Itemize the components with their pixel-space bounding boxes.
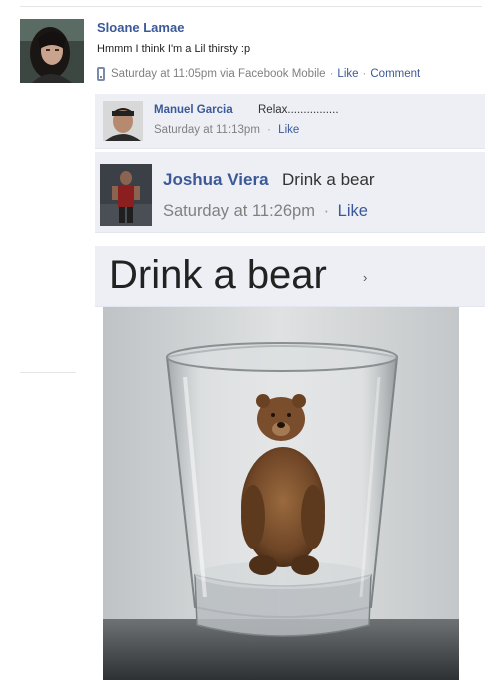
post-comment-link[interactable]: Comment bbox=[370, 68, 420, 80]
separator: · bbox=[323, 202, 330, 220]
comment-item: Joshua Viera Drink a bear Saturday at 11… bbox=[95, 152, 485, 233]
comment-item: Manuel Garcia Relax................ Satu… bbox=[95, 94, 485, 149]
comment-text: Relax................ bbox=[258, 104, 339, 116]
post-message: Hmmm I think I'm a Lil thirsty :p bbox=[97, 43, 251, 55]
post-like-link[interactable]: Like bbox=[337, 68, 358, 80]
comment-author[interactable]: Manuel Garcia bbox=[154, 104, 233, 116]
manuel-avatar[interactable] bbox=[103, 101, 143, 141]
comment-text: Drink a bear bbox=[282, 170, 375, 189]
post-timestamp[interactable]: Saturday at 11:05pm via Facebook Mobile bbox=[111, 68, 326, 80]
joshua-avatar[interactable] bbox=[100, 164, 152, 226]
bear-shot-glass-photo[interactable] bbox=[103, 307, 459, 680]
post-meta: Saturday at 11:05pm via Facebook Mobile … bbox=[97, 67, 420, 81]
comment-meta: Saturday at 11:13pm · Like bbox=[154, 124, 299, 136]
comment-like-link[interactable]: Like bbox=[278, 124, 299, 136]
comment-author[interactable]: Joshua Viera bbox=[163, 170, 269, 190]
top-divider bbox=[20, 6, 482, 7]
sloane-avatar[interactable] bbox=[20, 19, 84, 83]
chevron-right-icon[interactable]: › bbox=[363, 270, 367, 285]
separator: · bbox=[329, 68, 334, 80]
comment-like-link[interactable]: Like bbox=[338, 202, 368, 220]
separator: · bbox=[267, 124, 271, 136]
caption-text: Drink a bear bbox=[109, 253, 327, 297]
mobile-icon bbox=[97, 67, 105, 81]
comment-meta: Saturday at 11:26pm · Like bbox=[163, 202, 368, 221]
post-author[interactable]: Sloane Lamae bbox=[97, 20, 184, 35]
comment-timestamp[interactable]: Saturday at 11:13pm bbox=[154, 124, 260, 136]
comment-timestamp[interactable]: Saturday at 11:26pm bbox=[163, 202, 315, 220]
separator: · bbox=[362, 68, 367, 80]
side-divider bbox=[20, 372, 76, 373]
caption-box: Drink a bear › bbox=[95, 246, 485, 307]
